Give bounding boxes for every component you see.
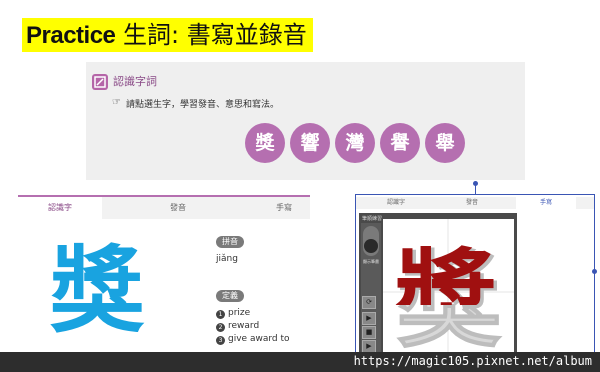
toggle-label: 顯示筆畫	[363, 259, 379, 264]
char-button-1[interactable]: 獎	[245, 123, 285, 163]
definition-number: 3	[216, 336, 225, 345]
definition-text: reward	[228, 321, 260, 331]
stop-icon[interactable]: ■	[362, 326, 376, 339]
resize-handle[interactable]	[592, 269, 597, 274]
definition-number: 1	[216, 310, 225, 319]
stroke-panel-tabs: 認識字 發音 手寫	[356, 197, 594, 209]
page-title: Practice 生詞: 書寫並錄音	[22, 18, 313, 52]
pinyin-value: jiǎng	[216, 254, 238, 264]
title-chinese: 生詞: 書寫並錄音	[115, 21, 307, 49]
player-title: 筆順練習	[362, 216, 383, 222]
watermark-url: https://magic105.pixnet.net/album	[353, 354, 592, 368]
char-button-5[interactable]: 舉	[425, 123, 465, 163]
definition-text: prize	[228, 308, 251, 318]
char-button-3[interactable]: 灣	[335, 123, 375, 163]
tab-handwriting[interactable]: 手寫	[258, 197, 310, 219]
title-latin: Practice	[26, 22, 116, 49]
tab-pronunciation[interactable]: 發音	[442, 197, 502, 209]
pointing-hand-icon: ☞	[112, 97, 121, 108]
tab-pronunciation[interactable]: 發音	[128, 197, 228, 219]
book-icon	[92, 74, 108, 90]
detail-tabs: 認識字 發音 手寫	[18, 195, 310, 219]
tab-recognize[interactable]: 認識字	[18, 197, 102, 219]
rotate-handle-line	[475, 184, 476, 194]
play-icon[interactable]: ▶	[362, 312, 376, 325]
stroke-canvas: 獎 獎	[383, 219, 514, 365]
large-character: 獎	[49, 237, 144, 346]
definition-label: 定義	[216, 290, 244, 302]
tab-recognize[interactable]: 認識字	[366, 197, 426, 209]
char-button-4[interactable]: 譽	[380, 123, 420, 163]
char-button-2[interactable]: 響	[290, 123, 330, 163]
toggle-knob	[364, 239, 378, 253]
definition-number: 2	[216, 323, 225, 332]
definition-text: give award to	[228, 334, 290, 344]
replay-icon[interactable]: ⟳	[362, 296, 376, 309]
pinyin-label: 拼音	[216, 236, 244, 248]
tab-handwriting[interactable]: 手寫	[516, 197, 576, 209]
instruction-text: 請點選生字，學習發音、意思和寫法。	[126, 100, 280, 110]
section-label: 認識字詞	[113, 75, 157, 88]
